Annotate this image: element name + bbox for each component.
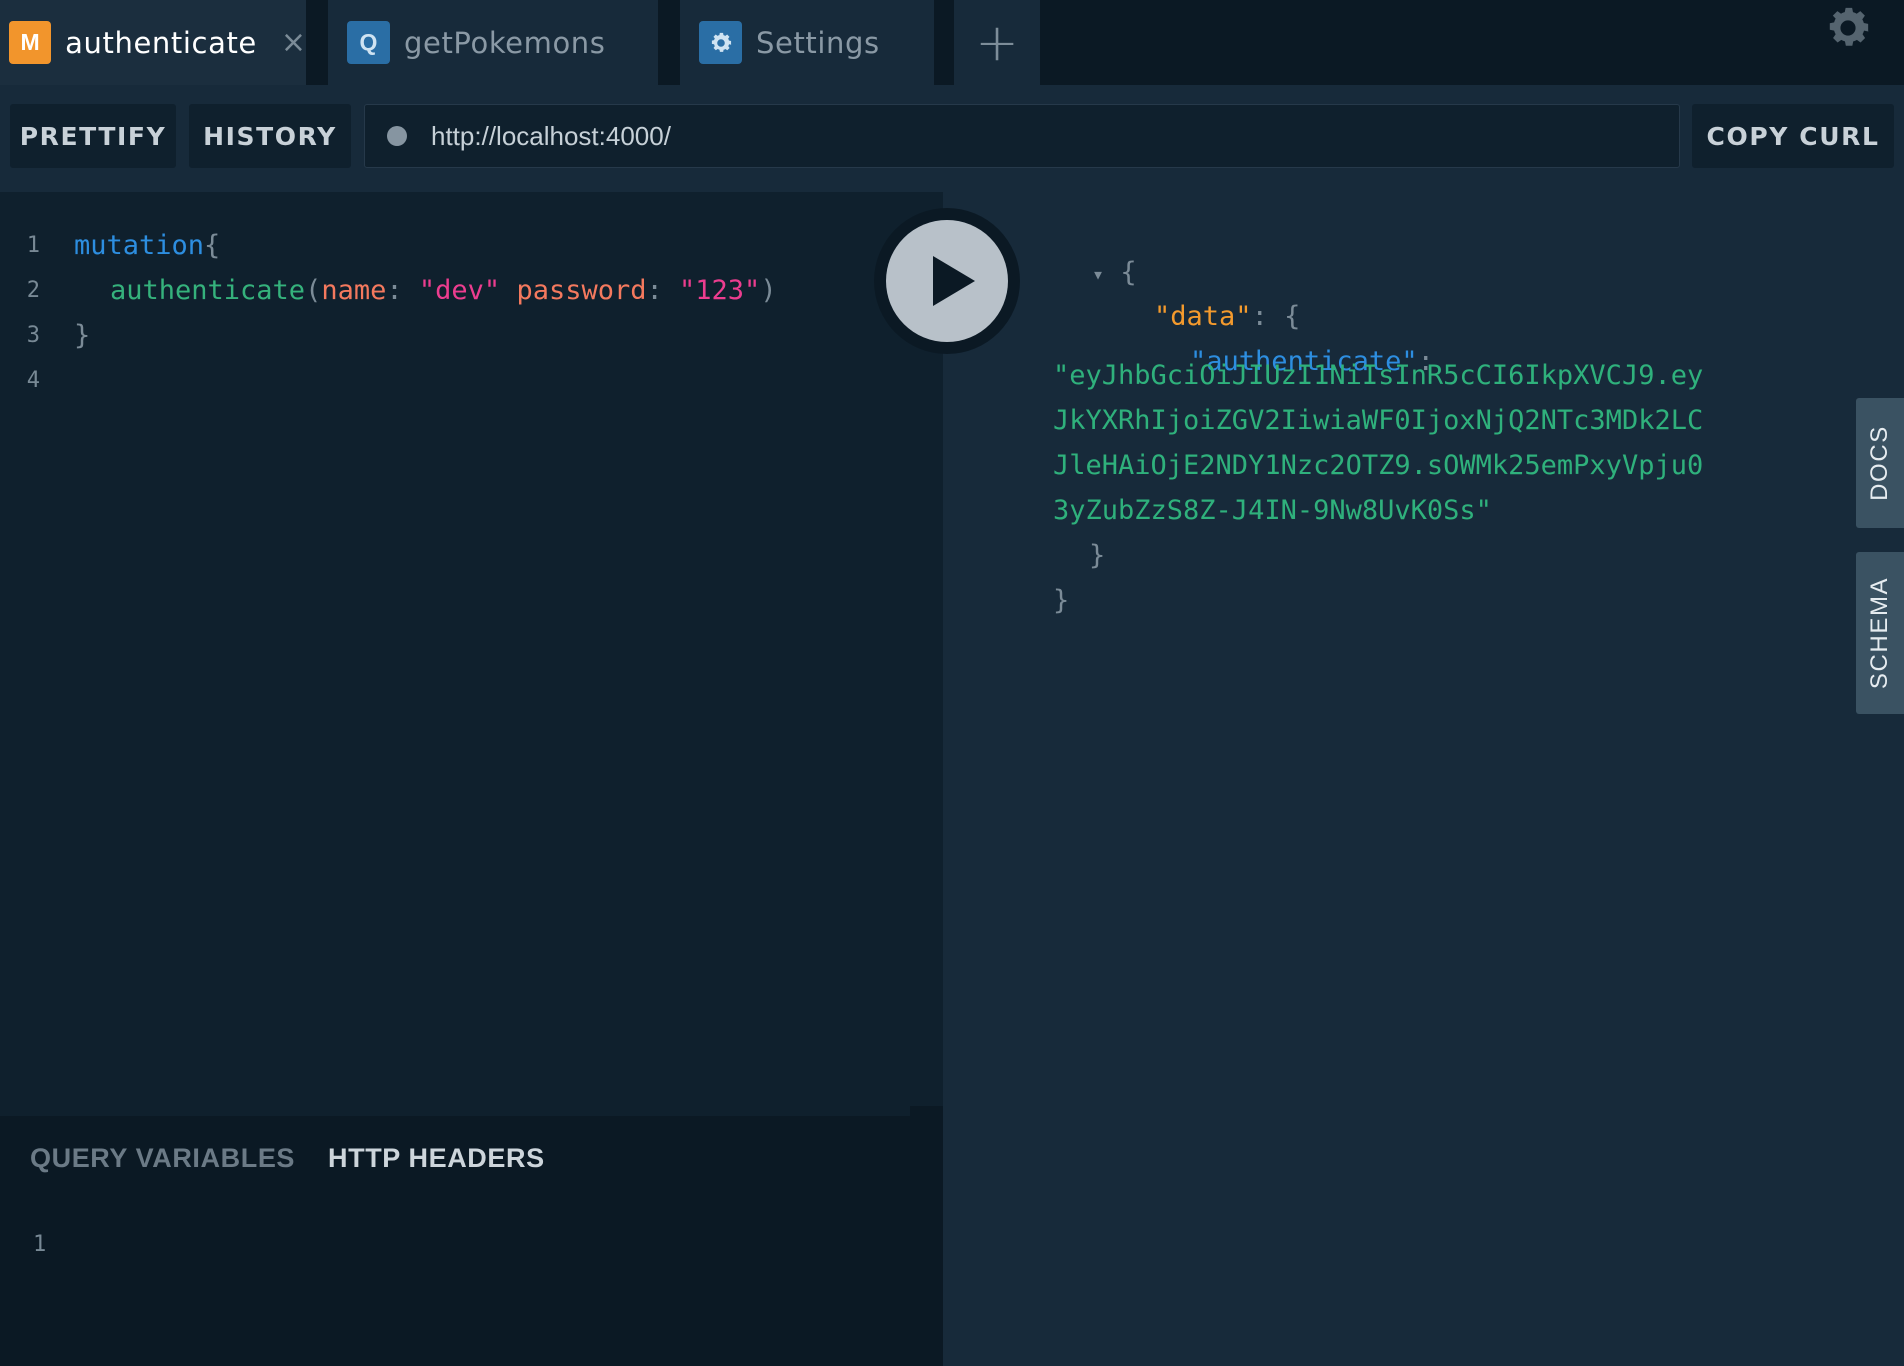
status-dot-icon [387,126,407,146]
settings-gear-icon[interactable] [1822,2,1874,54]
tab-bar: M authenticate × Q getPokemons Settings … [0,0,1904,85]
code-line: 4 [0,358,40,402]
query-badge: Q [347,21,390,64]
schema-label: SCHEMA [1866,576,1893,690]
tab-http-headers[interactable]: HTTP HEADERS [328,1143,545,1174]
gear-icon [699,21,742,64]
code-brace: { [204,229,221,261]
prettify-button[interactable]: PRETTIFY [10,104,176,168]
docs-tab[interactable]: DOCS [1856,398,1904,528]
tab-label: authenticate [65,25,257,60]
tab-label: getPokemons [404,25,606,60]
panel-divider[interactable] [0,1106,910,1116]
query-editor[interactable]: 1 mutation{ 2 authenticate(name: "dev" p… [0,192,943,1106]
code-colon: : [386,274,403,306]
schema-tab[interactable]: SCHEMA [1856,552,1904,714]
line-number: 1 [33,1232,47,1257]
run-button-face[interactable] [886,220,1008,342]
token-line: JleHAiOjE2NDY1Nzc2OTZ9.sOWMk25emPxyVpju0 [1053,450,1704,481]
docs-label: DOCS [1866,425,1893,501]
mutation-badge: M [9,21,52,64]
code-line: 3 } [0,313,91,357]
code-colon: : [646,274,663,306]
code-keyword: mutation [74,229,205,261]
token-line: JkYXRhIjoiZGV2IiwiaWF0IjoxNjQ2NTc3MDk2LC [1053,405,1704,436]
code-line: 1 mutation{ [0,223,221,267]
tab-authenticate[interactable]: M authenticate × [0,0,306,85]
copy-curl-button[interactable]: COPY CURL [1692,104,1894,168]
endpoint-input[interactable]: http://localhost:4000/ [364,104,1680,168]
history-button[interactable]: HISTORY [189,104,351,168]
json-brace: } [1053,585,1070,616]
code-field: authenticate [110,274,306,306]
play-icon [933,256,975,306]
token-line: "eyJhbGciOiJIUzI1NiIsInR5cCI6IkpXVCJ9.ey [1053,360,1704,391]
code-string: "dev" [418,274,501,306]
tab-query-variables[interactable]: QUERY VARIABLES [30,1143,295,1174]
code-arg: password [516,274,647,306]
code-string: "123" [679,274,761,306]
code-brace: } [74,319,91,351]
line-number: 1 [26,232,40,258]
add-tab-button[interactable]: + [954,0,1040,85]
toolbar: PRETTIFY HISTORY http://localhost:4000/ … [0,85,1904,192]
code-paren: ) [760,274,777,306]
token-line: 3yZubZzS8Z-J4IN-9Nw8UvK0Ss" [1053,495,1492,526]
tab-getpokemons[interactable]: Q getPokemons [328,0,658,85]
line-number: 3 [26,322,40,348]
endpoint-url[interactable]: http://localhost:4000/ [431,121,671,152]
run-query-button[interactable] [874,208,1020,354]
json-brace: } [1089,540,1106,571]
tab-label: Settings [756,25,880,60]
code-paren: ( [305,274,322,306]
code-line: 2 authenticate(name: "dev" password: "12… [0,268,777,312]
line-number: 2 [26,277,40,303]
line-number: 4 [26,367,40,393]
result-panel: ▾ { "data": { "authenticate": "eyJhbGciO… [943,192,1904,1366]
code-arg: name [321,274,387,306]
close-icon[interactable]: × [281,25,306,60]
tab-settings[interactable]: Settings [680,0,934,85]
